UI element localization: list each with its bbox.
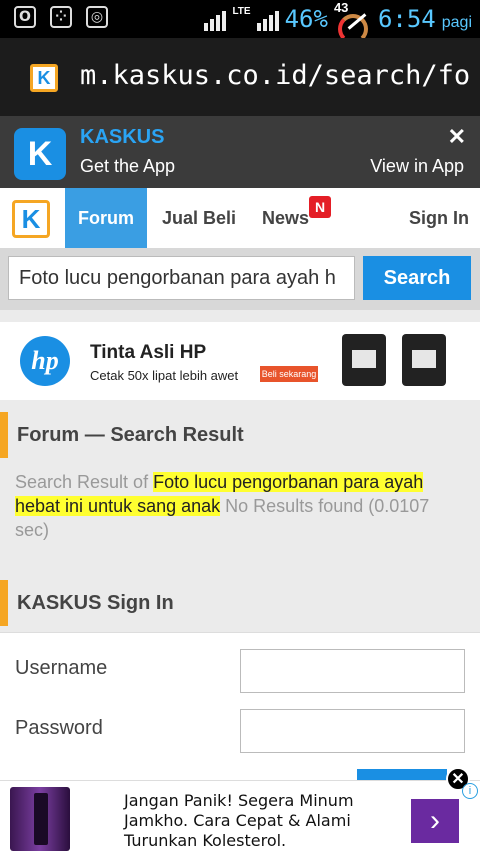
chevron-right-icon[interactable]: ›	[411, 799, 459, 843]
ad-cta-button[interactable]: Beli sekarang	[260, 366, 318, 382]
jamkho-ad-banner[interactable]: Jangan Panik! Segera Minum Jamkho. Cara …	[0, 767, 480, 854]
url-text[interactable]: m.kaskus.co.id/search/forum?q	[80, 60, 470, 91]
hp-logo-icon: hp	[20, 336, 70, 386]
product-bottle-image	[10, 787, 70, 851]
main-nav: K Forum Jual Beli News Sign In	[0, 188, 480, 248]
bbm-icon: ⁘	[50, 6, 72, 28]
username-field[interactable]	[240, 649, 465, 693]
app-name: KASKUS	[80, 126, 165, 148]
ad-subtitle: Cetak 50x lipat lebih awet	[90, 368, 239, 383]
nav-item-news[interactable]: News	[262, 188, 309, 248]
section-title: Forum — Search Result	[17, 424, 244, 446]
info-icon[interactable]: i	[462, 783, 478, 799]
signal-icon	[256, 7, 279, 31]
network-type: LTE	[232, 5, 251, 17]
clock-period: pagi	[441, 14, 472, 31]
section-title: KASKUS Sign In	[17, 592, 174, 614]
speed-badge: 43	[333, 0, 349, 15]
password-label: Password	[15, 717, 103, 739]
view-in-app-button[interactable]: View in App	[370, 156, 464, 177]
hp-ink-ad-banner[interactable]: hp Tinta Asli HP Cetak 50x lipat lebih a…	[0, 322, 480, 400]
ad-title: Tinta Asli HP	[90, 342, 207, 363]
clock: 6:54	[377, 5, 436, 33]
result-prefix: Search Result of	[15, 472, 154, 492]
forum-result-header: Forum — Search Result	[0, 412, 480, 458]
signin-header: KASKUS Sign In	[0, 580, 480, 626]
username-label: Username	[15, 657, 108, 679]
ad-text: Jangan Panik! Segera Minum Jamkho. Cara …	[124, 791, 354, 850]
search-result-text: Search Result of Foto lucu pengorbanan p…	[15, 470, 455, 542]
nav-item-forum[interactable]: Forum	[65, 188, 147, 248]
kaskus-logo-icon[interactable]: K	[12, 200, 50, 238]
news-new-badge: N	[309, 196, 331, 218]
ink-cartridge-icon	[342, 334, 386, 386]
nav-item-sign-in[interactable]: Sign In	[409, 188, 469, 248]
app-subtitle: Get the App	[80, 156, 176, 176]
password-field[interactable]	[240, 709, 465, 753]
kaskus-app-logo-icon: K	[14, 128, 66, 180]
site-favicon-icon: K	[30, 64, 58, 92]
speedometer-icon: 43	[334, 0, 372, 44]
browser-url-bar[interactable]: K m.kaskus.co.id/search/forum?q	[0, 38, 480, 116]
battery-percent: 46%	[284, 5, 328, 33]
signin-form: Username Password	[0, 632, 480, 789]
instagram-icon: ◎	[86, 6, 108, 28]
search-bar: Foto lucu pengorbanan para ayah h Search	[0, 248, 480, 310]
app-install-banner: K KASKUS Get the App ✕ View in App	[0, 116, 480, 188]
close-icon[interactable]: ✕	[448, 124, 466, 150]
opera-mini-icon: O	[14, 6, 36, 28]
nav-item-jual-beli[interactable]: Jual Beli	[162, 188, 236, 248]
status-bar: O ⁘ ◎ LTE 46% 43 6:54 pagi	[0, 0, 480, 44]
search-input[interactable]: Foto lucu pengorbanan para ayah h	[8, 256, 355, 300]
ink-cartridge-icon	[402, 334, 446, 386]
search-button[interactable]: Search	[363, 256, 471, 300]
signal-icon	[204, 7, 227, 31]
